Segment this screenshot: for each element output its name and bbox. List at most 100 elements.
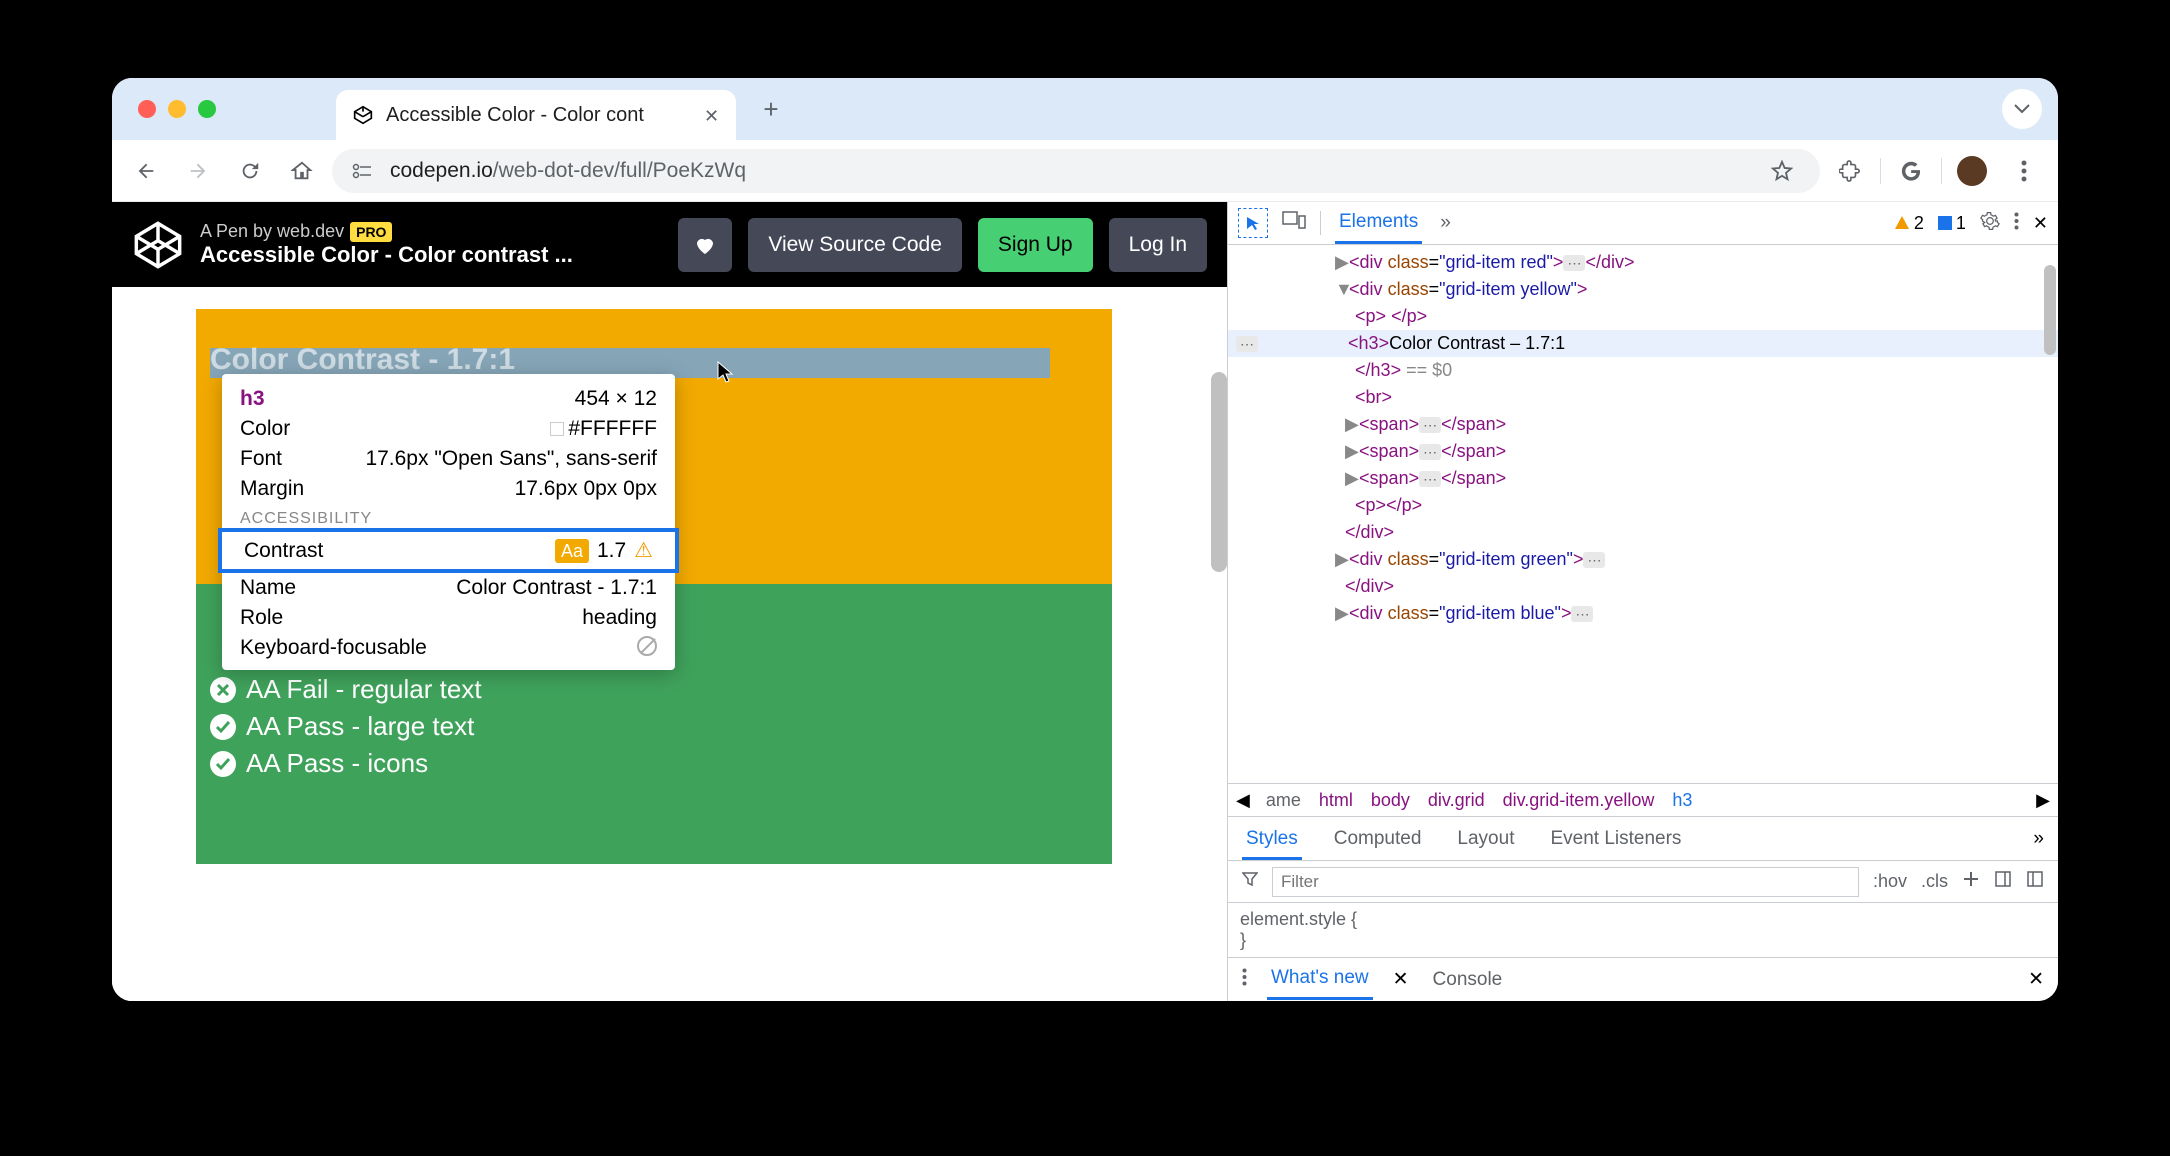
close-tab-button[interactable]: ✕ xyxy=(704,107,720,123)
page-scrollbar[interactable] xyxy=(1211,372,1227,572)
extensions-button[interactable] xyxy=(1828,149,1872,193)
new-style-rule-button[interactable] xyxy=(1962,870,1980,893)
warning-icon: ⚠ xyxy=(634,539,653,562)
styles-subtab[interactable]: Event Listeners xyxy=(1546,820,1685,857)
tooltip-property-row: Font17.6px "Open Sans", sans-serif xyxy=(222,444,675,474)
settings-button[interactable] xyxy=(1980,211,2000,236)
close-drawer-button[interactable]: ✕ xyxy=(2028,968,2044,991)
toolbar-divider xyxy=(1941,158,1942,184)
check-icon xyxy=(210,714,236,740)
codepen-favicon-icon xyxy=(352,104,374,126)
whats-new-tab[interactable]: What's new xyxy=(1267,959,1373,1000)
name-label: Name xyxy=(240,576,296,600)
url-text: codepen.io/web-dot-dev/full/PoeKzWq xyxy=(390,159,746,183)
role-label: Role xyxy=(240,606,283,630)
close-devtools-button[interactable]: ✕ xyxy=(2033,213,2048,234)
dom-tree[interactable]: ▶<div class="grid-item red">⋯</div> ▼<di… xyxy=(1228,245,2058,783)
contrast-label: Contrast xyxy=(244,539,323,563)
close-window-button[interactable] xyxy=(138,100,156,118)
styles-tabs: Styles Computed Layout Event Listeners » xyxy=(1228,817,2058,861)
pro-badge: PRO xyxy=(350,222,392,242)
breadcrumb-item[interactable]: body xyxy=(1371,790,1410,810)
close-whats-new-button[interactable]: ✕ xyxy=(1393,968,1409,991)
view-source-button[interactable]: View Source Code xyxy=(748,218,962,272)
love-button[interactable] xyxy=(678,218,732,272)
tooltip-dimensions: 454 × 12 xyxy=(575,387,657,411)
styles-filter-bar: :hov .cls xyxy=(1228,861,2058,903)
dom-scrollbar[interactable] xyxy=(2044,265,2056,355)
tooltip-property-row: Margin17.6px 0px 0px xyxy=(222,474,675,504)
content-area: A Pen by web.dev PRO Accessible Color - C… xyxy=(112,202,2058,1001)
breadcrumb-item[interactable]: h3 xyxy=(1672,790,1692,810)
keyboard-focusable-label: Keyboard-focusable xyxy=(240,636,427,660)
pen-author[interactable]: A Pen by web.dev xyxy=(200,221,344,241)
cls-button[interactable]: .cls xyxy=(1921,871,1948,892)
tooltip-property-row: Color#FFFFFF xyxy=(222,414,675,444)
google-account-button[interactable] xyxy=(1889,149,1933,193)
browser-tab[interactable]: Accessible Color - Color cont ✕ xyxy=(336,90,736,140)
element-style-close: } xyxy=(1240,930,2046,951)
tab-title: Accessible Color - Color cont xyxy=(386,104,692,127)
toolbar-divider xyxy=(1880,158,1881,184)
console-tab[interactable]: Console xyxy=(1429,961,1507,999)
divider xyxy=(1320,211,1321,235)
breadcrumb-item[interactable]: div.grid xyxy=(1428,790,1485,810)
hov-button[interactable]: :hov xyxy=(1873,871,1907,892)
computed-styles-sidebar-button[interactable] xyxy=(1994,870,2012,893)
devtools-drawer: What's new ✕ Console ✕ xyxy=(1228,957,2058,1001)
breadcrumb-item[interactable]: div.grid-item.yellow xyxy=(1503,790,1655,810)
contrast-value: 1.7 xyxy=(597,539,626,562)
check-icon xyxy=(210,751,236,777)
profile-button[interactable] xyxy=(1950,149,1994,193)
back-button[interactable] xyxy=(124,149,168,193)
not-focusable-icon xyxy=(637,636,657,656)
bookmark-button[interactable] xyxy=(1760,149,1804,193)
styles-subtab[interactable]: Styles xyxy=(1242,820,1302,860)
styles-filter-input[interactable] xyxy=(1272,867,1859,897)
element-style-open: element.style { xyxy=(1240,909,2046,930)
element-inspector-tooltip: h3454 × 12 Color#FFFFFFFont17.6px "Open … xyxy=(222,374,675,670)
yellow-heading: Color Contrast - 1.7:1 xyxy=(210,343,515,377)
minimize-window-button[interactable] xyxy=(168,100,186,118)
breadcrumb-right-button[interactable]: ▶ xyxy=(2036,790,2050,811)
log-in-button[interactable]: Log In xyxy=(1109,218,1207,272)
role-value: heading xyxy=(582,606,657,630)
styles-body[interactable]: element.style { } xyxy=(1228,903,2058,957)
styles-subtab[interactable]: Layout xyxy=(1453,820,1518,857)
sign-up-button[interactable]: Sign Up xyxy=(978,218,1093,272)
menu-button[interactable] xyxy=(2002,149,2046,193)
styles-subtab[interactable]: Computed xyxy=(1330,820,1426,857)
contrast-status-row: AA Fail - regular text xyxy=(210,674,1098,705)
pen-title: Accessible Color - Color contrast ... xyxy=(200,242,662,268)
page-body: Color Contrast - 1.7:1 AA Fail - regular… xyxy=(112,287,1227,1001)
device-toggle-button[interactable] xyxy=(1282,211,1306,236)
reload-button[interactable] xyxy=(228,149,272,193)
more-styles-tabs-button[interactable]: » xyxy=(2033,828,2044,850)
warnings-badge[interactable]: 2 xyxy=(1894,213,1924,234)
inspect-element-button[interactable] xyxy=(1238,208,1268,238)
filter-icon xyxy=(1242,871,1258,892)
breadcrumb-item[interactable]: html xyxy=(1319,790,1353,810)
more-tabs-button[interactable]: » xyxy=(1436,204,1455,242)
breadcrumb-item[interactable]: ame xyxy=(1266,790,1301,810)
url-bar[interactable]: codepen.io/web-dot-dev/full/PoeKzWq xyxy=(332,149,1820,193)
elements-tab[interactable]: Elements xyxy=(1335,203,1422,244)
home-button[interactable] xyxy=(280,149,324,193)
breadcrumb-left-button[interactable]: ◀ xyxy=(1236,790,1250,811)
contrast-status-row: AA Pass - large text xyxy=(210,711,1098,742)
info-badge[interactable]: 1 xyxy=(1938,213,1966,234)
accessibility-section-header: ACCESSIBILITY xyxy=(222,510,675,528)
page-preview: A Pen by web.dev PRO Accessible Color - C… xyxy=(112,202,1227,1001)
toggle-sidebar-button[interactable] xyxy=(2026,870,2044,893)
site-info-icon[interactable] xyxy=(348,157,376,185)
window-controls xyxy=(138,100,216,118)
contrast-status-row: AA Pass - icons xyxy=(210,748,1098,779)
maximize-window-button[interactable] xyxy=(198,100,216,118)
forward-button[interactable] xyxy=(176,149,220,193)
name-value: Color Contrast - 1.7:1 xyxy=(456,576,657,600)
new-tab-button[interactable]: + xyxy=(756,94,786,124)
codepen-header: A Pen by web.dev PRO Accessible Color - C… xyxy=(112,202,1227,287)
tab-search-button[interactable] xyxy=(2002,89,2042,129)
devtools-menu-button[interactable] xyxy=(2014,212,2019,235)
drawer-menu-button[interactable] xyxy=(1242,968,1247,992)
